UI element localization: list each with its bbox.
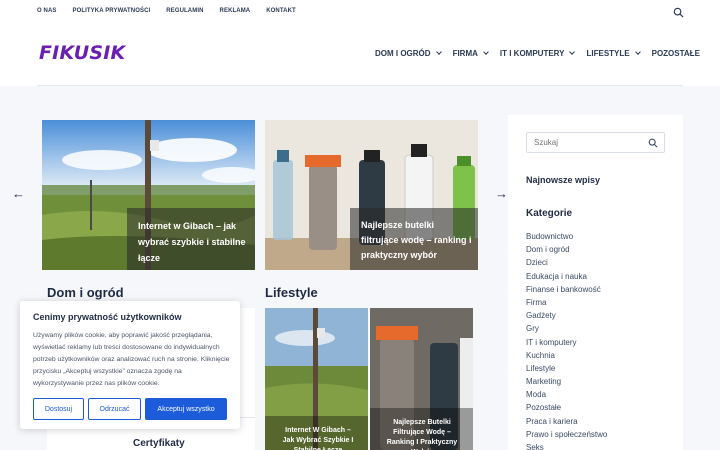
- recent-posts-title: Najnowsze wpisy: [526, 175, 601, 185]
- chevron-down-icon: [483, 49, 489, 55]
- lifestyle-card-bottles[interactable]: Najlepsze Butelki Filtrujące Wodę – Rank…: [370, 308, 473, 450]
- category-link[interactable]: Kuchnia: [526, 349, 607, 362]
- cookie-customize-button[interactable]: Dostosuj: [33, 398, 84, 420]
- category-link[interactable]: Pozostałe: [526, 401, 607, 414]
- category-link[interactable]: Firma: [526, 296, 607, 309]
- category-link[interactable]: Lifestyle: [526, 362, 607, 375]
- chevron-down-icon: [435, 49, 442, 55]
- slider-card-bottles[interactable]: Najlepsze butelki filtrujące wodę – rank…: [265, 120, 478, 270]
- category-link[interactable]: Praca i kariera: [526, 415, 607, 428]
- nav-label: IT I KOMPUTERY: [499, 49, 565, 58]
- nav-label: FIRMA: [452, 49, 478, 58]
- header-divider: [37, 85, 683, 86]
- slide-title[interactable]: Najlepsze butelki filtrujące wodę – rank…: [361, 218, 473, 263]
- chevron-down-icon: [569, 49, 576, 55]
- top-nav-regulamin[interactable]: REGULAMIN: [166, 8, 203, 14]
- top-nav-kontakt[interactable]: KONTAKT: [266, 8, 296, 14]
- search-input[interactable]: [534, 138, 644, 147]
- category-link[interactable]: Prawo i społeczeństwo: [526, 428, 607, 441]
- nav-item-it-i-komputery[interactable]: IT I KOMPUTERY: [499, 49, 576, 58]
- category-link[interactable]: Gry: [526, 322, 607, 335]
- slide-title[interactable]: Internet w Gibach – jak wybrać szybkie i…: [138, 218, 248, 266]
- category-link[interactable]: IT i komputery: [526, 336, 607, 349]
- site-logo[interactable]: FIKUSIK: [39, 42, 125, 64]
- category-link[interactable]: Dom i ogród: [526, 243, 607, 256]
- lifestyle-card-internet[interactable]: Internet W Gibach – Jak Wybrać Szybkie I…: [265, 308, 368, 450]
- slide-caption: Internet w Gibach – jak wybrać szybkie i…: [127, 208, 255, 270]
- slide-caption: Najlepsze butelki filtrujące wodę – rank…: [350, 208, 478, 270]
- cookie-text: Używamy plików cookie, aby poprawić jako…: [33, 332, 230, 387]
- top-bar: O NAS POLITYKA PRYWATNOŚCI REGULAMIN REK…: [0, 0, 720, 25]
- slider-next-arrow-icon[interactable]: →: [495, 186, 508, 201]
- top-nav: O NAS POLITYKA PRYWATNOŚCI REGULAMIN REK…: [37, 8, 296, 14]
- certificates-title: Certyfikaty: [133, 438, 185, 449]
- search-icon[interactable]: [673, 7, 684, 18]
- nav-label: LIFESTYLE: [586, 49, 630, 58]
- slider-card-internet[interactable]: Internet w Gibach – jak wybrać szybkie i…: [42, 120, 255, 270]
- cookie-title: Cenimy prywatność użytkowników: [33, 312, 182, 322]
- nav-item-lifestyle[interactable]: LIFESTYLE: [586, 49, 641, 58]
- category-link[interactable]: Edukacja i nauka: [526, 270, 607, 283]
- category-link[interactable]: Gadżety: [526, 309, 607, 322]
- search-icon[interactable]: [648, 138, 658, 148]
- card-title[interactable]: Internet W Gibach – Jak Wybrać Szybkie I…: [279, 426, 357, 450]
- main-nav: DOM I OGRÓD FIRMA IT I KOMPUTERY LIFESTY…: [375, 49, 700, 58]
- cookie-banner: Cenimy prywatność użytkowników Używamy p…: [20, 301, 240, 429]
- categories-title: Kategorie: [526, 208, 573, 219]
- chevron-down-icon: [634, 49, 641, 55]
- slider-prev-arrow-icon[interactable]: ←: [12, 186, 25, 201]
- nav-label: DOM I OGRÓD: [375, 49, 431, 58]
- nav-item-firma[interactable]: FIRMA: [452, 49, 489, 58]
- card-title[interactable]: Najlepsze Butelki Filtrujące Wodę – Rank…: [382, 418, 462, 450]
- category-link[interactable]: Budownictwo: [526, 230, 607, 243]
- top-nav-o-nas[interactable]: O NAS: [37, 8, 57, 14]
- cookie-accept-button[interactable]: Akceptuj wszystko: [145, 398, 227, 420]
- nav-label: POZOSTAŁE: [651, 49, 700, 58]
- top-nav-reklama[interactable]: REKLAMA: [220, 8, 251, 14]
- section-title-lifestyle[interactable]: Lifestyle: [265, 285, 318, 300]
- nav-item-dom-i-ogrod[interactable]: DOM I OGRÓD: [375, 49, 442, 58]
- top-nav-polityka[interactable]: POLITYKA PRYWATNOŚCI: [73, 8, 151, 14]
- site-header: FIKUSIK DOM I OGRÓD FIRMA IT I KOMPUTERY…: [0, 25, 720, 86]
- category-link[interactable]: Dzieci: [526, 256, 607, 269]
- category-link[interactable]: Marketing: [526, 375, 607, 388]
- sidebar: Najnowsze wpisy Kategorie Budownictwo Do…: [508, 115, 683, 450]
- section-title-dom-i-ogrod[interactable]: Dom i ogród: [47, 285, 124, 300]
- sidebar-search: [526, 132, 665, 153]
- category-link[interactable]: Finanse i bankowość: [526, 283, 607, 296]
- category-link[interactable]: Seks: [526, 441, 607, 450]
- category-link[interactable]: Moda: [526, 388, 607, 401]
- cookie-reject-button[interactable]: Odrzucać: [88, 398, 141, 420]
- nav-item-pozostale[interactable]: POZOSTAŁE: [652, 49, 700, 58]
- categories-list: Budownictwo Dom i ogród Dzieci Edukacja …: [526, 230, 607, 450]
